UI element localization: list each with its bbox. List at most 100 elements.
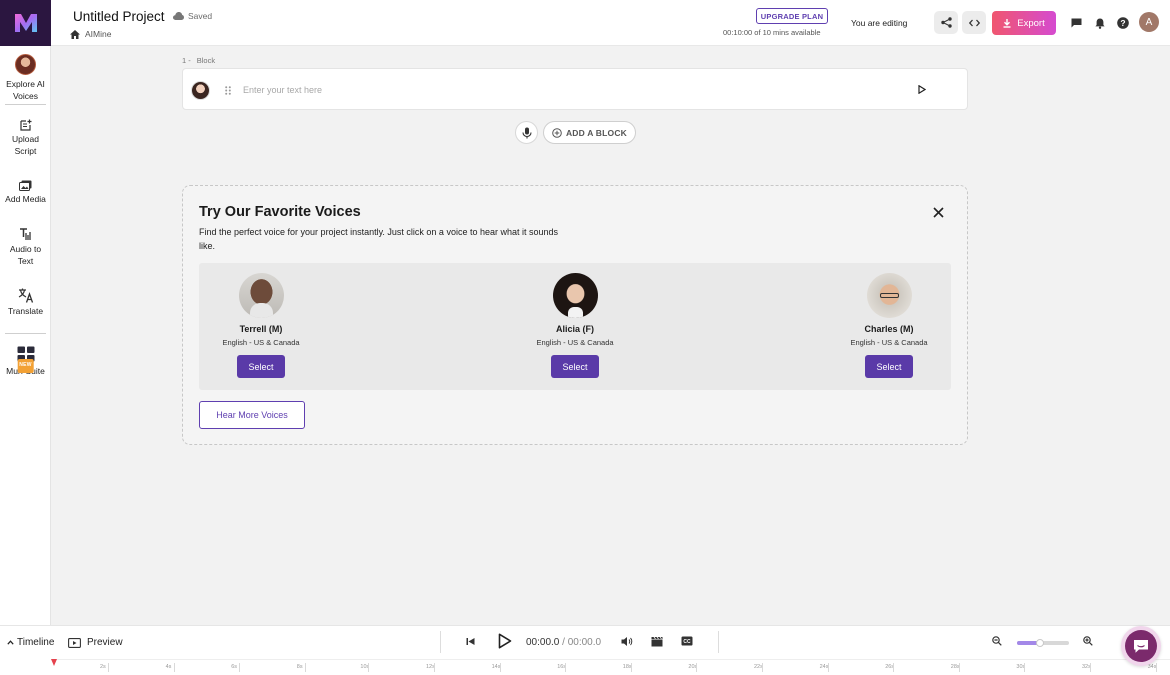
- preview-label: Preview: [87, 637, 123, 648]
- support-chat-button[interactable]: [1121, 626, 1161, 666]
- select-voice-button[interactable]: Select: [237, 355, 285, 378]
- chat-inner: [1125, 630, 1157, 662]
- timeline-toggle[interactable]: Timeline: [7, 637, 54, 648]
- media-icon: [19, 180, 32, 191]
- add-block-button[interactable]: ADD A BLOCK: [543, 121, 636, 144]
- voice-name: Alicia (F): [555, 324, 594, 334]
- top-bar: Untitled Project Saved AIMine UPGRADE PL…: [51, 0, 1170, 46]
- block-text-input[interactable]: Enter your text here: [243, 85, 322, 95]
- sidebar-item-explore-ai-voices[interactable]: Explore AI Voices: [0, 54, 51, 102]
- voice-language: English - US & Canada: [850, 338, 928, 347]
- ruler-tick-label: 6s: [231, 663, 240, 672]
- close-icon[interactable]: [933, 207, 944, 218]
- zoom-slider[interactable]: [1017, 639, 1069, 647]
- project-title[interactable]: Untitled Project: [73, 9, 165, 24]
- code-icon: [968, 19, 980, 26]
- ruler-tick-label: 10s: [360, 663, 370, 672]
- upload-script-icon: [19, 119, 31, 131]
- ruler-tick-label: 4s: [165, 663, 175, 672]
- block-number: 1 -: [182, 56, 191, 65]
- voice-photo[interactable]: [238, 273, 284, 318]
- time-separator: /: [562, 637, 565, 648]
- hear-more-voices-button[interactable]: Hear More Voices: [199, 401, 305, 429]
- sidebar-item-murf-suite[interactable]: NEW Murf Suite: [0, 346, 51, 378]
- captions-button[interactable]: CC: [681, 636, 693, 646]
- sidebar-item-label: Upload: [12, 134, 39, 144]
- drag-handle-icon[interactable]: [225, 86, 231, 95]
- export-label: Export: [1017, 17, 1045, 29]
- murf-logo[interactable]: [0, 0, 51, 46]
- sidebar-item-translate[interactable]: Translate: [0, 288, 51, 318]
- breadcrumb-workspace[interactable]: AIMine: [85, 29, 111, 39]
- new-badge: NEW: [17, 359, 34, 373]
- ruler-tick-label: 34s: [1147, 663, 1157, 672]
- voice-photo[interactable]: [866, 273, 912, 318]
- preview-button[interactable]: Preview: [68, 637, 123, 648]
- sidebar-item-label: Translate: [7, 306, 44, 316]
- svg-text:CC: CC: [683, 639, 691, 645]
- text-block[interactable]: Enter your text here: [182, 68, 968, 110]
- zoom-slider-thumb[interactable]: [1036, 639, 1045, 647]
- sidebar: Explore AI Voices Upload Script Add Medi…: [0, 46, 51, 625]
- zoom-out-button[interactable]: [992, 636, 1002, 646]
- comments-button[interactable]: [1069, 16, 1083, 30]
- playback-time: 00:00.0 / 00:00.0: [526, 637, 601, 648]
- sidebar-item-label: Audio to: [9, 244, 42, 254]
- timeline-label: Timeline: [17, 637, 55, 648]
- sidebar-divider: [5, 333, 46, 334]
- skip-back-button[interactable]: [466, 637, 475, 646]
- sidebar-item-audio-to-text[interactable]: Audio to Text: [0, 228, 51, 267]
- ruler-tick-label: 14s: [491, 663, 501, 672]
- favorite-voices-card: Try Our Favorite Voices Find the perfect…: [182, 185, 968, 445]
- ruler-tick-label: 12s: [426, 663, 435, 672]
- bottom-bar: Timeline Preview 00:00.0 / 00:00.0 CC 2s…: [0, 625, 1170, 675]
- voice-name: Terrell (M): [239, 324, 283, 334]
- play-icon: [498, 633, 512, 649]
- zoom-in-icon: [1083, 636, 1093, 646]
- bell-icon: [1095, 18, 1105, 29]
- voice-card-charles[interactable]: Charles (M) English - US & Canada Select: [829, 273, 949, 378]
- voice-name: Charles (M): [864, 324, 914, 334]
- play-button[interactable]: [498, 633, 512, 649]
- select-voice-button[interactable]: Select: [551, 355, 599, 378]
- record-voice-button[interactable]: [515, 121, 538, 144]
- divider: [440, 631, 441, 653]
- voice-photo[interactable]: [552, 273, 598, 318]
- ruler-tick-label: 16s: [557, 663, 567, 672]
- share-button[interactable]: [934, 11, 958, 34]
- voice-avatar-icon: [15, 54, 36, 75]
- export-button[interactable]: Export: [992, 11, 1056, 35]
- select-voice-button[interactable]: Select: [865, 355, 913, 378]
- block-voice-avatar[interactable]: [191, 81, 210, 100]
- volume-button[interactable]: [621, 636, 633, 647]
- block-label[interactable]: Block: [197, 56, 215, 65]
- usage-text: 00:10:00 of 10 mins available: [723, 28, 821, 37]
- voices-panel: Terrell (M) English - US & Canada Select…: [199, 263, 951, 390]
- upgrade-plan-button[interactable]: UPGRADE PLAN: [756, 8, 828, 24]
- block-play-icon[interactable]: [918, 85, 926, 94]
- breadcrumb[interactable]: AIMine: [70, 29, 111, 39]
- favorite-voices-description: Find the perfect voice for your project …: [199, 227, 559, 251]
- ruler-tick-label: 26s: [885, 663, 895, 672]
- ruler-tick-label: 8s: [296, 663, 306, 672]
- audio-to-text-icon: [20, 228, 31, 240]
- chat-icon: [1134, 639, 1148, 653]
- embed-button[interactable]: [962, 11, 986, 34]
- voice-card-terrell[interactable]: Terrell (M) English - US & Canada Select: [201, 273, 321, 378]
- notifications-button[interactable]: [1093, 16, 1107, 30]
- sidebar-item-upload-script[interactable]: Upload Script: [0, 119, 51, 157]
- preview-icon: [68, 637, 81, 648]
- zoom-in-button[interactable]: [1083, 636, 1093, 646]
- plus-circle-icon: [552, 127, 562, 138]
- chevron-up-icon: [7, 640, 14, 645]
- timeline-ruler[interactable]: 2s 4s 6s 8s 10s 12s 14s 16s 18s 20s 22s 24s 26s 28s 30…: [51, 659, 1170, 675]
- sidebar-item-add-media[interactable]: Add Media: [0, 180, 51, 206]
- voice-card-alicia[interactable]: Alicia (F) English - US & Canada Select: [515, 273, 635, 378]
- captions-icon: CC: [681, 636, 693, 646]
- user-avatar[interactable]: A: [1139, 12, 1159, 32]
- help-button[interactable]: ?: [1116, 16, 1130, 30]
- favorite-voices-title: Try Our Favorite Voices: [199, 204, 361, 220]
- save-status: Saved: [173, 11, 212, 21]
- video-settings-button[interactable]: [651, 636, 663, 647]
- playhead-marker[interactable]: [51, 659, 57, 666]
